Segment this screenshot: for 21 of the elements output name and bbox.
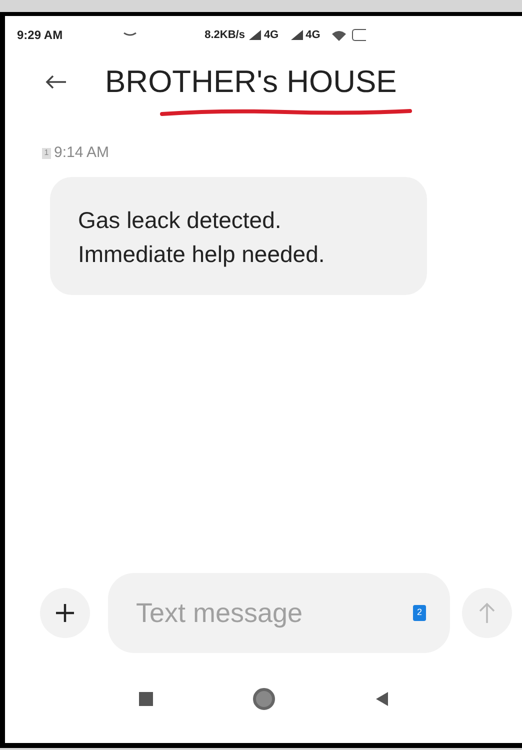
signal-icon — [248, 30, 261, 40]
network-speed: 8.2KB/s — [204, 28, 245, 43]
message-text: Gas leack detected. Immediate help needed. — [78, 206, 326, 269]
contact-name: BROTHER's HOUSE — [105, 62, 397, 101]
recents-button[interactable] — [138, 692, 152, 706]
status-time: 9:29 AM — [17, 27, 63, 44]
battery-icon — [352, 29, 366, 41]
back-arrow-icon[interactable] — [45, 74, 67, 90]
sim-badge[interactable]: 2 — [413, 605, 426, 621]
back-button[interactable] — [374, 691, 388, 707]
notification-icon — [122, 32, 137, 38]
add-button[interactable] — [40, 588, 90, 638]
signal-icon — [290, 30, 303, 40]
message-time: 9:14 AM — [54, 143, 110, 163]
network-type: 4G — [306, 28, 320, 43]
wifi-icon — [332, 30, 346, 40]
sim-badge: 1 — [42, 148, 51, 159]
up-arrow-icon — [477, 602, 497, 624]
home-button[interactable] — [252, 688, 274, 710]
plus-icon — [55, 603, 75, 623]
network-type: 4G — [264, 28, 279, 43]
